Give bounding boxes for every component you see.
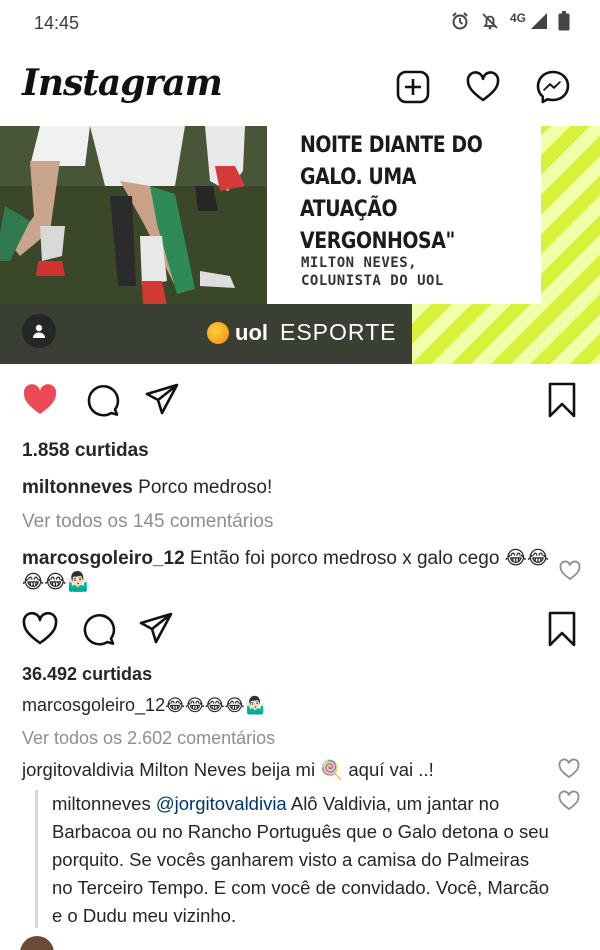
post1-caption-text: Porco medroso! [138, 477, 273, 498]
post2-likes[interactable]: 36.492 curtidas [22, 664, 152, 685]
comment-icon[interactable] [80, 611, 116, 647]
instagram-logo[interactable]: Instagram [22, 62, 223, 104]
battery-icon [558, 11, 570, 31]
reply-user[interactable]: miltonneves [52, 793, 151, 814]
status-icons: 4G [450, 11, 570, 31]
post2-comment-text: Milton Neves beija mi 🍭 aquí vai ..! [139, 759, 434, 780]
user-tag-button[interactable] [22, 314, 56, 348]
uol-dot-icon [207, 321, 229, 344]
post1-caption-user[interactable]: miltonneves [22, 477, 133, 498]
post2-view-all-comments[interactable]: Ver todos os 2.602 comentários [22, 728, 275, 749]
reply-comment: miltonneves @jorgitovaldivia Alô Valdivi… [52, 790, 552, 930]
uol-section: ESPORTE [280, 319, 397, 345]
post2-caption: marcosgoleiro_12😂😂😂😂🤷🏻‍♂️ [22, 695, 266, 716]
post2-comment: jorgitovaldivia Milton Neves beija mi 🍭 … [22, 758, 552, 782]
messenger-icon[interactable] [536, 70, 570, 104]
post1-comment-user[interactable]: marcosgoleiro_12 [22, 548, 185, 569]
reply-mention[interactable]: @jorgitovaldivia [156, 793, 287, 814]
reply-like-icon[interactable] [558, 790, 580, 812]
post1-likes[interactable]: 1.858 curtidas [22, 440, 149, 462]
post2-caption-text: 😂😂😂😂🤷🏻‍♂️ [165, 696, 266, 715]
comment-like-icon[interactable] [559, 560, 581, 582]
next-post-avatar[interactable] [20, 936, 54, 950]
signal-icon [531, 13, 547, 29]
alarm-icon [452, 12, 468, 30]
uol-brand: uol [235, 319, 268, 345]
post1-view-all-comments[interactable]: Ver todos os 145 comentários [22, 511, 273, 533]
comment-icon[interactable] [84, 382, 120, 418]
share-icon[interactable] [144, 382, 180, 418]
like-button[interactable] [22, 611, 58, 647]
post-image[interactable]: NOITE DIANTE DO GALO. UMA ATUAÇÃO VERGON… [0, 126, 600, 364]
bookmark-icon[interactable] [544, 611, 580, 647]
add-post-icon[interactable] [396, 70, 430, 104]
status-bar: 14:45 4G [0, 0, 600, 46]
post1-caption: miltonneves Porco medroso! [22, 477, 272, 499]
quote-text: NOITE DIANTE DO GALO. UMA ATUAÇÃO VERGON… [300, 133, 483, 254]
comment-like-icon[interactable] [558, 758, 580, 780]
post1-action-row [0, 382, 600, 422]
status-time: 14:45 [34, 13, 80, 33]
post2-comment-user[interactable]: jorgitovaldivia [22, 759, 134, 780]
like-button[interactable] [22, 382, 58, 418]
quote-card: NOITE DIANTE DO GALO. UMA ATUAÇÃO VERGON… [267, 126, 541, 304]
heart-icon[interactable] [466, 70, 500, 104]
quote-author: MILTON NEVES, COLUNISTA DO UOL [301, 255, 444, 289]
network-label: 4G [509, 11, 526, 25]
reply-thread-line [35, 790, 38, 928]
share-icon[interactable] [138, 611, 174, 647]
bookmark-icon[interactable] [544, 382, 580, 418]
app-header: Instagram [0, 50, 600, 124]
post2-action-row [0, 611, 600, 651]
user-tag-icon [33, 324, 45, 338]
bell-off-icon [482, 13, 498, 30]
post2-caption-user[interactable]: marcosgoleiro_12 [22, 695, 165, 715]
post1-comment: marcosgoleiro_12 Então foi porco medroso… [22, 547, 552, 595]
uol-esporte-logo: uol ESPORTE [207, 319, 397, 346]
